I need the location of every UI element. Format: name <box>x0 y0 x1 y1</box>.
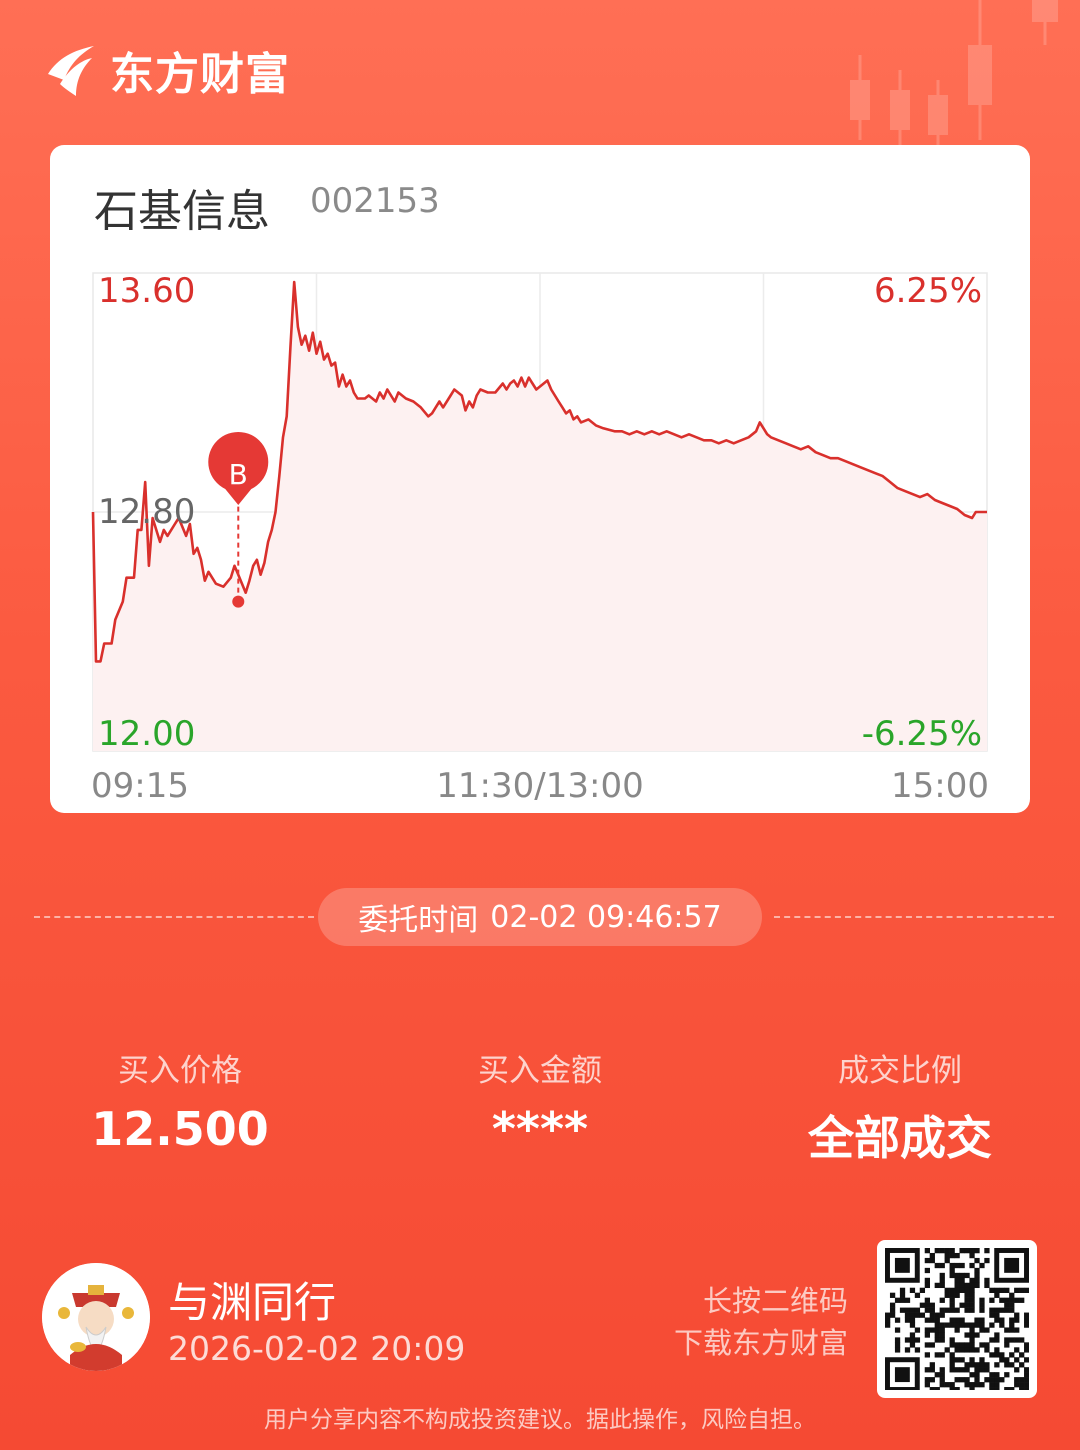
qr-code[interactable] <box>877 1240 1037 1398</box>
buy-marker-dot <box>232 595 245 608</box>
order-time-value: 02-02 09:46:57 <box>490 899 722 935</box>
y-label-mid: 12.80 <box>98 492 195 532</box>
stat-value: **** <box>491 1102 589 1156</box>
y-label-right-top: 6.25% <box>874 271 982 311</box>
stat-label: 买入金额 <box>478 1053 602 1089</box>
x-label-end: 15:00 <box>891 766 989 806</box>
stat-value: 全部成交 <box>808 1111 992 1165</box>
dashed-divider <box>34 916 314 918</box>
avatar[interactable] <box>42 1263 150 1371</box>
stat-label: 成交比例 <box>838 1053 962 1089</box>
x-label-mid: 11:30/13:00 <box>436 766 643 806</box>
buy-marker-label: B <box>229 458 248 491</box>
stat-fill-ratio: 成交比例 全部成交 <box>750 1045 1050 1168</box>
stock-card[interactable]: 13.60 12.80 12.00 6.25% -6.25% 09:15 11:30/13:… <box>50 145 1030 813</box>
stat-buy-price: 买入价格 12.500 <box>30 1045 330 1156</box>
y-label-bottom: 12.00 <box>98 714 195 754</box>
username: 与渊同行 <box>168 1278 337 1327</box>
stat-value: 12.500 <box>91 1102 269 1156</box>
x-label-start: 09:15 <box>91 766 189 806</box>
stat-buy-amount: 买入金额 **** <box>390 1045 690 1156</box>
eastmoney-logo-icon <box>48 46 94 96</box>
brand-logo: 东方财富 <box>40 38 290 102</box>
y-label-right-bottom: -6.25% <box>862 714 982 754</box>
stock-code: 002153 <box>310 181 440 221</box>
order-time-label: 委托时间 <box>358 903 479 938</box>
qr-hint-line1: 长按二维码 <box>702 1284 848 1318</box>
qr-hint-line2: 下载东方财富 <box>673 1326 848 1360</box>
order-time-row: 委托时间 02-02 09:46:57 <box>34 888 1054 946</box>
intraday-chart[interactable]: 13.60 12.80 12.00 6.25% -6.25% 09:15 11:30/13:… <box>50 145 1030 813</box>
stock-name: 石基信息 <box>94 186 270 237</box>
qr-code-icon <box>885 1248 1029 1390</box>
share-time: 2026-02-02 20:09 <box>168 1329 466 1368</box>
dashed-divider <box>774 916 1054 918</box>
qr-hint: 长按二维码 下载东方财富 <box>674 1280 848 1364</box>
trade-stats: 买入价格 12.500 买入金额 **** 成交比例 全部成交 <box>0 1045 1080 1165</box>
order-time-pill: 委托时间 02-02 09:46:57 <box>318 888 762 946</box>
stat-label: 买入价格 <box>118 1053 242 1089</box>
god-of-wealth-avatar-icon <box>42 1263 150 1371</box>
disclaimer: 用户分享内容不构成投资建议。据此操作，风险自担。 <box>264 1407 816 1433</box>
brand-name: 东方财富 <box>110 49 290 100</box>
y-label-top: 13.60 <box>98 271 195 311</box>
